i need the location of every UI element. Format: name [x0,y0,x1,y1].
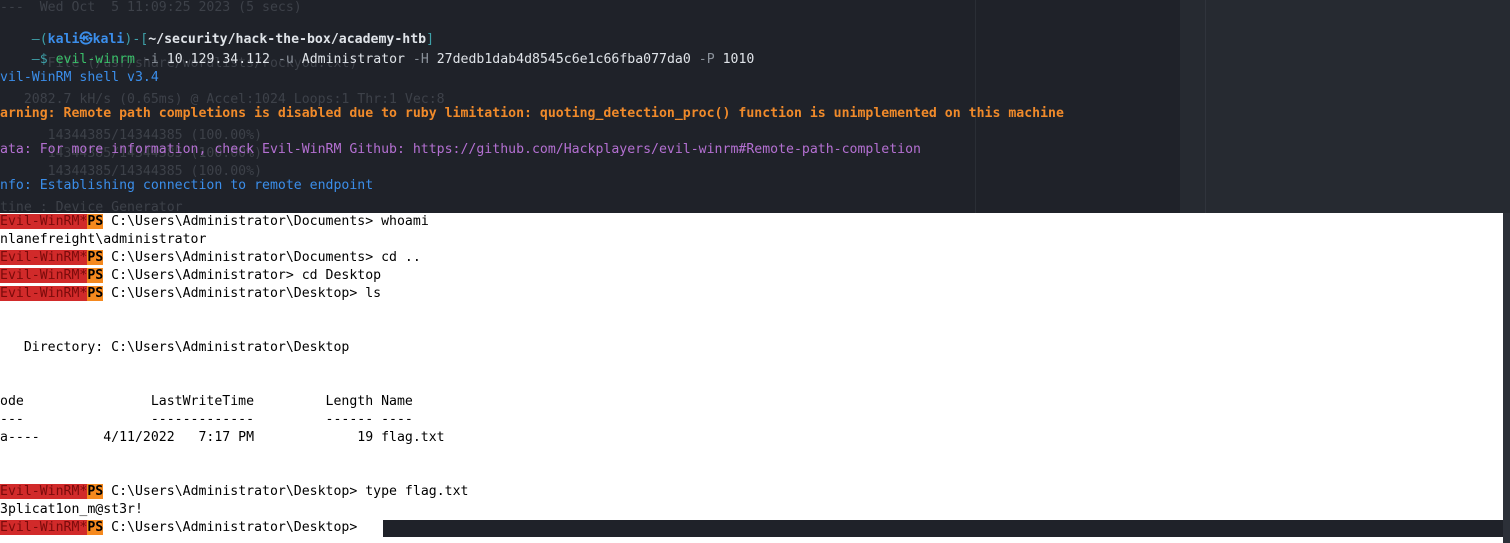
ps-command: C:\Users\Administrator\Desktop> ls [103,286,382,301]
table-separator: --- ------------- ------ ---- [0,412,413,427]
data-line: ata: For more information, check Evil-Wi… [0,142,921,157]
cmd-ip: 10.129.34.112 [166,52,270,67]
info-line: nfo: Establishing connection to remote e… [0,178,374,193]
cmd-flag: -i [135,52,167,67]
cmd-flag: -u [269,52,302,67]
scrollbar[interactable] [1503,213,1510,543]
kali-prompt: —(kali㉿kali)-[~/security/hack-the-box/ac… [0,13,434,47]
ps-command: C:\Users\Administrator\Documents> whoami [103,214,429,229]
ps-prompt-line: Evil-WinRM*PS C:\Users\Administrator> cd… [0,267,381,285]
evil-winrm-tag: Evil-WinRM* [0,250,88,265]
evil-winrm-tag: Evil-WinRM* [0,484,88,499]
warning-line: arning: Remote path completions is disab… [0,106,1064,121]
directory-header: Directory: C:\Users\Administrator\Deskto… [0,340,350,355]
panel-divider [1205,0,1206,215]
cmd-hash: 27dedb1dab4d8545c6e1c66fba077da0 [436,52,691,67]
ps-command: C:\Users\Administrator> cd Desktop [103,268,382,283]
evil-winrm-tag: Evil-WinRM* [0,520,88,535]
ps-command: C:\Users\Administrator\Desktop> [103,520,366,535]
ps-command: C:\Users\Administrator\Desktop> type fla… [103,484,469,499]
ps-prompt-line: Evil-WinRM*PS C:\Users\Administrator\Doc… [0,213,429,231]
ps-prompt-line: Evil-WinRM*PS C:\Users\Administrator\Des… [0,483,468,501]
side-panel [1180,0,1510,215]
ps-prompt-line: Evil-WinRM*PS C:\Users\Administrator\Des… [0,285,381,303]
ps-prompt-line: Evil-WinRM*PS C:\Users\Administrator\Doc… [0,249,421,267]
evil-winrm-tag: Evil-WinRM* [0,268,88,283]
cmd-flag: -P [690,52,723,67]
cmd-flag: -H [404,52,437,67]
ps-tag: PS [87,286,104,301]
table-row: a---- 4/11/2022 7:17 PM 19 flag.txt [0,430,445,445]
flag-output: 3plicat1on_m@st3r! [0,502,143,517]
input-area[interactable] [383,520,1503,537]
ps-tag: PS [87,268,104,283]
evil-winrm-tag: Evil-WinRM* [0,214,88,229]
ps-prompt-line[interactable]: Evil-WinRM*PS C:\Users\Administrator\Des… [0,519,365,537]
ps-command: C:\Users\Administrator\Documents> cd .. [103,250,421,265]
evil-winrm-tag: Evil-WinRM* [0,286,88,301]
output-line: nlanefreight\administrator [0,232,207,247]
table-header: ode LastWriteTime Length Name [0,394,413,409]
shell-version: vil-WinRM shell v3.4 [0,70,159,85]
ps-tag: PS [87,250,104,265]
terminal-window[interactable]: --- Wed Oct 5 11:09:25 2023 (5 secs) Fil… [0,0,1510,543]
cmd-user: Administrator [301,52,405,67]
cmd-name: evil-winrm [55,52,135,67]
ps-tag: PS [87,520,104,535]
cmd-arrow: —$ [31,52,56,67]
ps-tag: PS [87,214,104,229]
cmd-port: 1010 [722,52,755,67]
ps-tag: PS [87,484,104,499]
command-line: —$ evil-winrm -i 10.129.34.112 -u Admini… [0,33,755,67]
